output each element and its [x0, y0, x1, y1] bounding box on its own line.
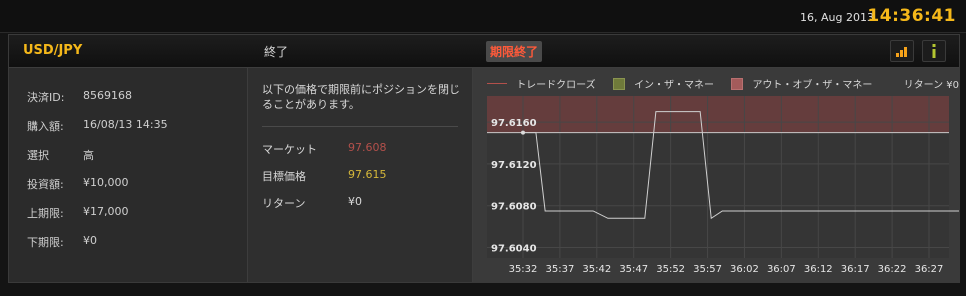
detail-label: 選択	[27, 149, 49, 162]
divider	[262, 126, 458, 127]
x-tick-label: 36:02	[730, 264, 759, 275]
detail-value: ¥10,000	[83, 176, 129, 189]
x-tick-label: 35:57	[693, 264, 722, 275]
detail-label: 決済ID:	[27, 91, 65, 104]
trade-panel: USD/JPY 終了 期限終了 決済ID: 8569168 購入額: 16/08…	[8, 34, 960, 283]
detail-label: 下期限:	[27, 236, 64, 249]
x-tick-label: 36:07	[767, 264, 796, 275]
detail-label: 購入額:	[27, 120, 64, 133]
expired-badge: 期限終了	[486, 41, 543, 62]
x-tick-label: 35:37	[545, 264, 574, 275]
detail-label: 投資額:	[27, 178, 64, 191]
out-of-money-zone	[487, 96, 949, 133]
detail-value: ¥17,000	[83, 205, 129, 218]
date-label: 16, Aug 2013	[800, 11, 874, 24]
return-value: ¥0	[348, 195, 362, 208]
x-tick-label: 35:47	[619, 264, 648, 275]
detail-value: 8569168	[83, 89, 132, 102]
price-chart: トレードクローズ イン・ザ・マネー アウト・オブ・ザ・マネー リターン ¥0 9…	[473, 68, 959, 282]
x-tick-label: 35:32	[509, 264, 538, 275]
panel-header: USD/JPY 終了 期限終了	[9, 35, 959, 68]
y-tick-label: 97.6080	[491, 202, 537, 213]
clock: 14:36:41	[867, 6, 956, 26]
price-summary: 以下の価格で期限前にポジションを閉じることがあります。 マーケット 97.608…	[247, 68, 473, 282]
top-bar: 16, Aug 2013 14:36:41	[0, 0, 966, 33]
y-tick-label: 97.6120	[491, 160, 537, 171]
target-label: 目標価格	[262, 170, 306, 183]
x-tick-label: 36:17	[841, 264, 870, 275]
y-tick-label: 97.6160	[491, 118, 537, 129]
chart-svg: 97.6040 97.6080 97.6120 97.6160 35:32 35:37 35…	[487, 96, 959, 275]
x-tick-label: 36:27	[915, 264, 944, 275]
detail-value: 16/08/13 14:35	[83, 118, 168, 131]
trade-status: 終了	[264, 45, 289, 59]
x-tick-label: 36:22	[878, 264, 907, 275]
trade-details: 決済ID: 8569168 購入額: 16/08/13 14:35 選択 高 投…	[9, 68, 247, 282]
signal-bars-icon[interactable]	[890, 40, 914, 62]
x-tick-label: 35:42	[582, 264, 611, 275]
y-tick-label: 97.6040	[491, 244, 537, 255]
return-label: リターン	[262, 197, 306, 210]
x-tick-label: 36:12	[804, 264, 833, 275]
entry-point	[521, 130, 525, 135]
close-note: 以下の価格で期限前にポジションを閉じることがあります。	[262, 83, 460, 111]
market-label: マーケット	[262, 143, 317, 156]
x-tick-label: 35:52	[656, 264, 685, 275]
currency-pair: USD/JPY	[23, 43, 83, 58]
target-value: 97.615	[348, 168, 387, 181]
detail-label: 上期限:	[27, 207, 64, 220]
info-icon[interactable]	[922, 40, 946, 62]
market-value: 97.608	[348, 141, 387, 154]
detail-value: 高	[83, 149, 94, 162]
detail-value: ¥0	[83, 234, 97, 247]
